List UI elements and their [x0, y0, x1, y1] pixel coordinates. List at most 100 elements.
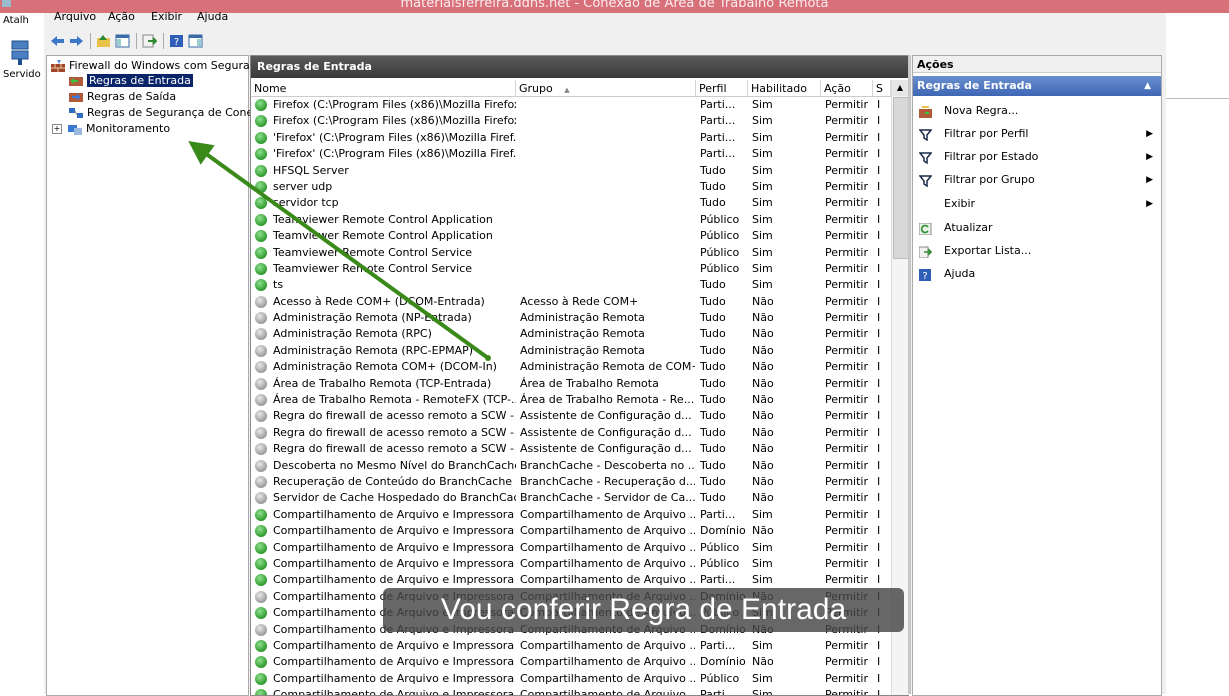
rule-enabled-icon	[255, 541, 267, 554]
table-row[interactable]: server udp Tudo Sim Permitir I	[251, 179, 891, 195]
tree-item-monitoring[interactable]: + Monitoramento	[52, 121, 170, 136]
table-row[interactable]: Recuperação de Conteúdo do BranchCache .…	[251, 474, 891, 490]
table-row[interactable]: Teamviewer Remote Control Application Púb…	[251, 212, 891, 228]
menu-exibir[interactable]: Exibir	[151, 10, 182, 23]
table-row[interactable]: Regra do firewall de acesso remoto a SCW…	[251, 425, 891, 441]
rule-extra: I	[877, 540, 881, 554]
rule-enabled-icon	[255, 262, 267, 275]
export-list-icon[interactable]	[142, 34, 157, 48]
table-row[interactable]: Teamviewer Remote Control Service Público…	[251, 261, 891, 277]
table-row[interactable]: ts Tudo Sim Permitir I	[251, 277, 891, 293]
action-item-atualizar[interactable]: Atualizar	[913, 218, 1161, 238]
column-header-acao[interactable]: Ação	[821, 80, 873, 96]
remote-desktop-titlebar[interactable]: materialsferreira.ddns.net - Conexão de …	[0, 0, 1229, 13]
rule-enabled-icon	[255, 246, 267, 259]
actions-section-inbound-rules[interactable]: Regras de Entrada ▲	[913, 76, 1161, 96]
table-row[interactable]: Regra do firewall de acesso remoto a SCW…	[251, 408, 891, 424]
action-item-nova-regra[interactable]: Nova Regra...	[913, 101, 1161, 121]
table-row[interactable]: Teamviewer Remote Control Service Público…	[251, 245, 891, 261]
pane-splitter[interactable]	[908, 55, 911, 694]
rule-name: ts	[273, 278, 284, 292]
table-row[interactable]: Área de Trabalho Remota (TCP-Entrada) Áre…	[251, 376, 891, 392]
column-header-grupo[interactable]: Grupo ▲	[516, 80, 696, 96]
rule-name: Compartilhamento de Arquivo e Impressora…	[273, 638, 516, 652]
rule-profile: Público	[700, 212, 740, 226]
rule-name: Administração Remota COM+ (DCOM-In)	[273, 360, 497, 374]
tree-root-firewall[interactable]: Firewall do Windows com Segurança	[51, 58, 270, 73]
table-row[interactable]: Administração Remota (NP-Entrada) Adminis…	[251, 310, 891, 326]
video-caption: Vou conferir Regra de Entrada	[383, 588, 904, 632]
rule-extra: I	[877, 425, 881, 439]
table-row[interactable]: Compartilhamento de Arquivo e Impressora…	[251, 654, 891, 670]
show-hide-action-pane-icon[interactable]	[188, 34, 203, 48]
action-item-filtrar-por-grupo[interactable]: Filtrar por Grupo ▶	[913, 170, 1161, 190]
rule-enabled-icon	[255, 672, 267, 685]
action-item-filtrar-por-estado[interactable]: Filtrar por Estado ▶	[913, 147, 1161, 167]
up-folder-icon[interactable]	[96, 34, 111, 48]
menu-ajuda[interactable]: Ajuda	[197, 10, 228, 23]
table-row[interactable]: Compartilhamento de Arquivo e Impressora…	[251, 572, 891, 588]
forward-icon[interactable]	[69, 34, 84, 48]
table-row[interactable]: Acesso à Rede COM+ (DCOM-Entrada) Acesso …	[251, 294, 891, 310]
table-row[interactable]: Compartilhamento de Arquivo e Impressora…	[251, 556, 891, 572]
rule-extra: I	[877, 147, 881, 161]
table-row[interactable]: Compartilhamento de Arquivo e Impressora…	[251, 638, 891, 654]
scroll-up-icon[interactable]: ▲	[892, 80, 908, 96]
table-row[interactable]: 'Firefox' (C:\Program Files (x86)\Mozill…	[251, 146, 891, 162]
expand-plus-icon[interactable]: +	[52, 124, 62, 134]
table-row[interactable]: servidor tcp Tudo Sim Permitir I	[251, 195, 891, 211]
action-item-exibir[interactable]: Exibir ▶	[913, 194, 1161, 214]
column-header-perfil[interactable]: Perfil	[696, 80, 748, 96]
rule-extra: I	[877, 114, 881, 128]
rule-disabled-icon	[255, 394, 267, 407]
table-row[interactable]: Regra do firewall de acesso remoto a SCW…	[251, 441, 891, 457]
column-header-nome[interactable]: Nome	[251, 80, 516, 96]
rule-extra: I	[877, 212, 881, 226]
rule-enabled: Sim	[752, 507, 773, 521]
table-row[interactable]: Servidor de Cache Hospedado do BranchCac…	[251, 490, 891, 506]
table-row[interactable]: Administração Remota (RPC-EPMAP) Administ…	[251, 343, 891, 359]
collapse-caret-icon[interactable]: ▲	[1144, 76, 1151, 96]
rule-extra: I	[877, 458, 881, 472]
export-icon	[918, 245, 933, 259]
rule-disabled-icon	[255, 443, 267, 456]
action-item-ajuda[interactable]: ? Ajuda	[913, 264, 1161, 284]
table-row[interactable]: Administração Remota COM+ (DCOM-In) Admin…	[251, 359, 891, 375]
table-row[interactable]: HFSQL Server Tudo Sim Permitir I	[251, 163, 891, 179]
tree-item-connection-security[interactable]: Regras de Segurança de Conexão	[69, 105, 273, 120]
rule-action: Permitir	[825, 245, 869, 259]
table-row[interactable]: Administração Remota (RPC) Administração …	[251, 326, 891, 342]
column-header-label: Grupo	[519, 82, 553, 95]
rule-enabled: Sim	[752, 147, 773, 161]
table-row[interactable]: Teamviewer Remote Control Application Púb…	[251, 228, 891, 244]
help-icon[interactable]: ?	[169, 34, 184, 48]
rule-profile: Público	[700, 261, 740, 275]
rule-enabled-icon	[255, 279, 267, 292]
menu-acao[interactable]: Ação	[108, 10, 135, 23]
table-row[interactable]: Firefox (C:\Program Files (x86)\Mozilla …	[251, 97, 891, 113]
rule-disabled-icon	[255, 361, 267, 374]
menu-arquivo[interactable]: Arquivo	[54, 10, 96, 23]
scroll-thumb[interactable]	[893, 97, 909, 259]
table-row[interactable]: Compartilhamento de Arquivo e Impressora…	[251, 540, 891, 556]
table-row[interactable]: Área de Trabalho Remota - RemoteFX (TCP-…	[251, 392, 891, 408]
rule-name: Compartilhamento de Arquivo e Impressora…	[273, 540, 516, 554]
table-row[interactable]: Descoberta no Mesmo Nível do BranchCache…	[251, 458, 891, 474]
back-icon[interactable]	[50, 34, 65, 48]
column-header-habilitado[interactable]: Habilitado	[748, 80, 821, 96]
tree-item-outbound-rules[interactable]: Regras de Saída	[69, 89, 176, 104]
table-row[interactable]: Compartilhamento de Arquivo e Impressora…	[251, 523, 891, 539]
table-row[interactable]: Firefox (C:\Program Files (x86)\Mozilla …	[251, 113, 891, 129]
action-item-exportar-lista[interactable]: Exportar Lista...	[913, 241, 1161, 261]
table-row[interactable]: Compartilhamento de Arquivo e Impressora…	[251, 671, 891, 687]
rule-extra: I	[877, 163, 881, 177]
action-item-filtrar-por-perfil[interactable]: Filtrar por Perfil ▶	[913, 124, 1161, 144]
table-row[interactable]: Compartilhamento de Arquivo e Impressora…	[251, 507, 891, 523]
toolbar: ?	[44, 29, 1166, 53]
table-row[interactable]: 'Firefox' (C:\Program Files (x86)\Mozill…	[251, 130, 891, 146]
tree-item-inbound-rules[interactable]: Regras de Entrada	[69, 73, 193, 88]
show-hide-tree-icon[interactable]	[115, 34, 130, 48]
action-label: Exibir	[944, 197, 976, 210]
column-header-s[interactable]: S	[873, 80, 891, 96]
rule-group	[520, 228, 695, 244]
